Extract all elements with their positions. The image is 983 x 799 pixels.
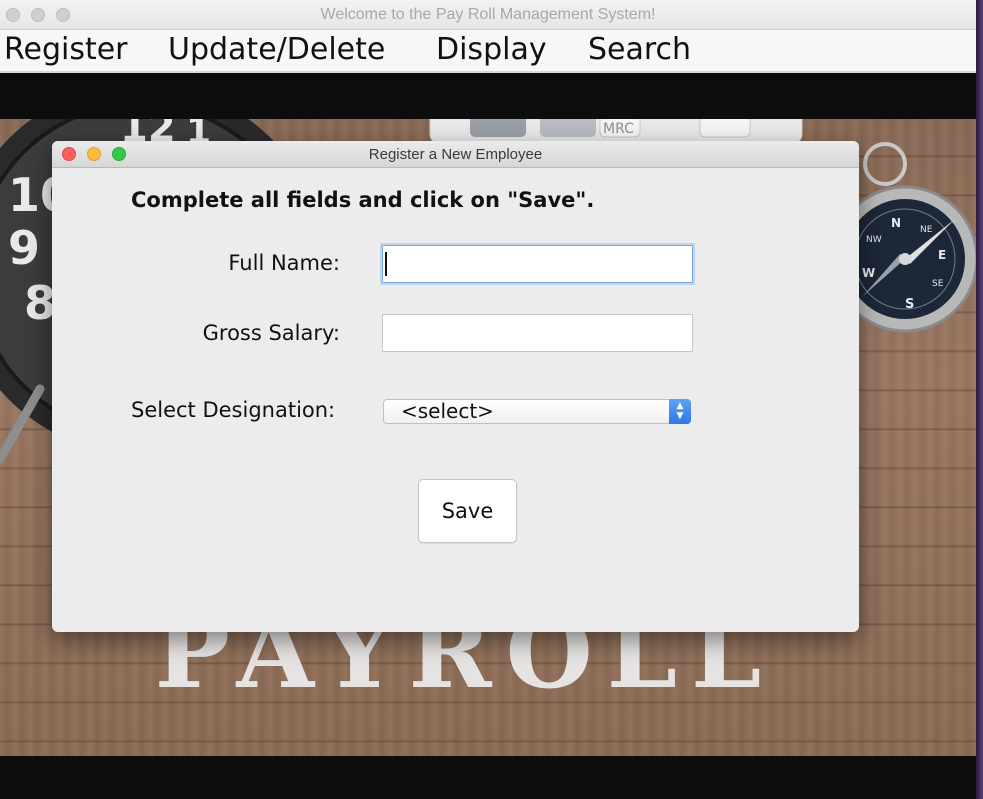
compass-letter-s: S (905, 297, 914, 312)
register-employee-dialog: Register a New Employee Complete all fie… (52, 141, 859, 632)
clock-digit-9: 9 (8, 221, 40, 275)
bottom-strip (0, 756, 976, 799)
compass-letter-w: W (862, 266, 875, 280)
instructions-text: Complete all fields and click on "Save". (131, 188, 595, 212)
gross-salary-label: Gross Salary: (202, 321, 340, 345)
dialog-titlebar[interactable]: Register a New Employee (52, 141, 859, 168)
main-titlebar[interactable]: Welcome to the Pay Roll Management Syste… (0, 0, 976, 30)
gross-salary-input[interactable] (382, 314, 693, 352)
dialog-title: Register a New Employee (368, 146, 543, 163)
save-button[interactable]: Save (418, 479, 517, 543)
full-name-label: Full Name: (228, 251, 340, 275)
compass-letter-e: E (938, 248, 946, 262)
menu-bar: Register Update/Delete Display Search (0, 30, 976, 73)
menu-search[interactable]: Search (588, 32, 691, 67)
designation-select[interactable]: <select> ▲ ▼ (383, 399, 691, 424)
compass-letter-nw: NW (866, 235, 882, 245)
designation-label: Select Designation: (131, 398, 336, 422)
compass-letter-ne: NE (920, 225, 933, 235)
designation-selected-value: <select> (401, 399, 494, 423)
select-stepper-icon[interactable]: ▲ ▼ (669, 399, 691, 424)
full-name-input[interactable] (382, 245, 693, 283)
compass-letter-se: SE (932, 279, 944, 289)
text-caret (385, 252, 387, 276)
menu-update-delete[interactable]: Update/Delete (168, 32, 385, 67)
calculator-key-label: MRC (603, 121, 634, 137)
toolbar-strip (0, 75, 976, 119)
compass-letter-n: N (891, 216, 901, 230)
menu-display[interactable]: Display (436, 32, 547, 67)
desktop-edge (976, 0, 983, 799)
menu-register[interactable]: Register (4, 32, 128, 67)
main-window-title: Welcome to the Pay Roll Management Syste… (320, 6, 656, 23)
